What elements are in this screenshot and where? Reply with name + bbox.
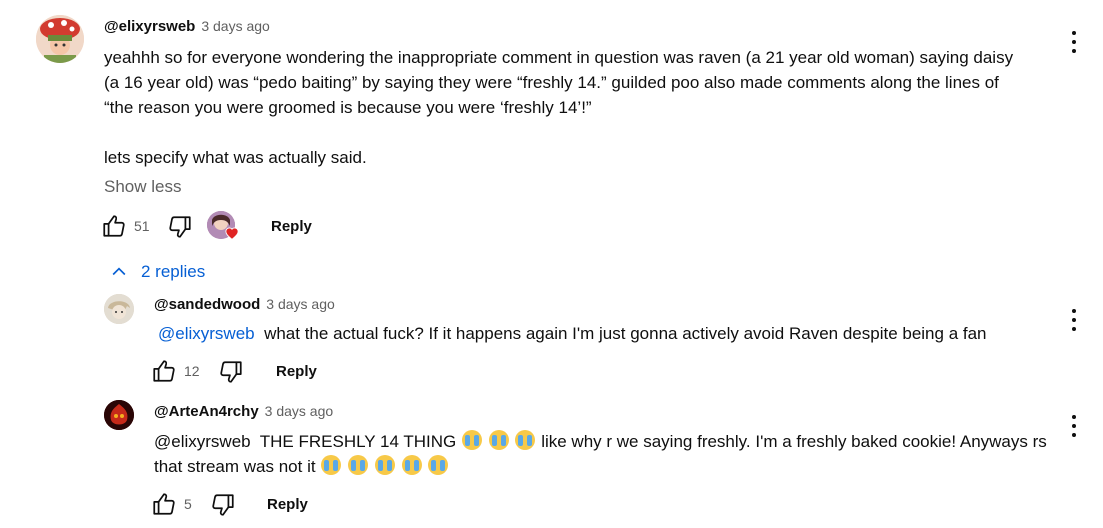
- loudly-crying-face-icon: [374, 455, 395, 475]
- reply-author[interactable]: @sandedwood: [154, 296, 260, 313]
- dislike-button[interactable]: [210, 492, 236, 518]
- loudly-crying-face-icon: [401, 455, 422, 475]
- reply-avatar[interactable]: [104, 294, 134, 324]
- comment-menu-icon[interactable]: [1064, 31, 1084, 53]
- commenter-avatar[interactable]: [36, 15, 84, 63]
- reply-author[interactable]: @ArteAn4rchy: [154, 403, 259, 420]
- mention-link[interactable]: @elixyrsweb: [158, 324, 255, 343]
- comment-time[interactable]: 3 days ago: [201, 18, 270, 34]
- comment-line: yeahhh so for everyone wondering the ina…: [104, 48, 1014, 67]
- loudly-crying-face-icon: [515, 430, 536, 450]
- dislike-button[interactable]: [218, 359, 244, 385]
- thumbs-up-icon: [153, 360, 175, 382]
- reply-line: that stream was not it: [154, 454, 1059, 479]
- reply-message: that stream was not it: [154, 457, 316, 476]
- reply-text: @elixyrsweb THE FRESHLY 14 THING like wh…: [154, 429, 1059, 479]
- thumbs-down-icon: [212, 494, 234, 516]
- reply-time[interactable]: 3 days ago: [265, 403, 334, 419]
- dislike-button[interactable]: [167, 214, 193, 240]
- like-count: 5: [184, 496, 192, 512]
- reply-button[interactable]: Reply: [267, 496, 308, 513]
- loudly-crying-face-icon: [462, 430, 482, 450]
- reply-avatar[interactable]: [104, 400, 134, 430]
- like-count: 12: [184, 363, 200, 379]
- replies-count: 2 replies: [141, 262, 206, 281]
- loudly-crying-face-icon: [488, 430, 509, 450]
- reply-header: @ArteAn4rchy 3 days ago: [154, 403, 333, 421]
- like-button[interactable]: [151, 491, 177, 517]
- thumbs-up-icon: [103, 215, 125, 237]
- heart-icon: [225, 227, 239, 240]
- loudly-crying-face-icon: [321, 455, 342, 475]
- comment-line: (a 16 year old) was “pedo baiting” by sa…: [104, 73, 999, 92]
- reply-message: THE FRESHLY 14 THING: [259, 432, 457, 451]
- like-button[interactable]: [101, 213, 127, 239]
- show-less-button[interactable]: Show less: [104, 177, 181, 197]
- comment-header: @elixyrsweb 3 days ago: [104, 18, 270, 36]
- thumbs-up-icon: [153, 493, 175, 515]
- like-count: 51: [134, 218, 150, 234]
- thumbs-down-icon: [220, 361, 242, 383]
- comment-author[interactable]: @elixyrsweb: [104, 18, 195, 35]
- mention-text[interactable]: @elixyrsweb: [154, 432, 251, 451]
- loudly-crying-face-icon: [428, 455, 449, 475]
- reply-time[interactable]: 3 days ago: [266, 296, 335, 312]
- chevron-up-icon: [112, 267, 126, 276]
- comment-text: yeahhh so for everyone wondering the ina…: [104, 45, 1064, 170]
- reply-message: what the actual fuck? If it happens agai…: [264, 324, 987, 343]
- comment-line: lets specify what was actually said.: [104, 148, 367, 167]
- reply-line: @elixyrsweb THE FRESHLY 14 THING like wh…: [154, 429, 1059, 454]
- replies-toggle[interactable]: 2 replies: [109, 262, 205, 282]
- thumbs-down-icon: [169, 216, 191, 238]
- reply-message: like why r we saying freshly. I'm a fres…: [541, 432, 1047, 451]
- reply-button[interactable]: Reply: [271, 218, 312, 235]
- reply-header: @sandedwood 3 days ago: [154, 296, 335, 314]
- reply-button[interactable]: Reply: [276, 363, 317, 380]
- reply-menu-icon[interactable]: [1064, 415, 1084, 437]
- reply-text: @elixyrsweb what the actual fuck? If it …: [158, 321, 1058, 346]
- comment-line: “the reason you were groomed is because …: [104, 98, 592, 117]
- reply-menu-icon[interactable]: [1064, 309, 1084, 331]
- loudly-crying-face-icon: [348, 455, 369, 475]
- like-button[interactable]: [151, 358, 177, 384]
